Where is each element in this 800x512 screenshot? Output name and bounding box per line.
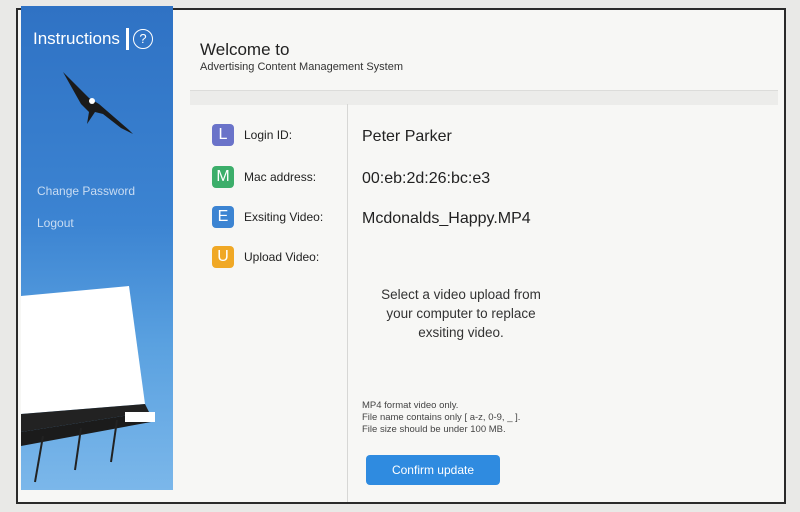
upload-video-badge-icon: U — [212, 246, 234, 268]
logout-link[interactable]: Logout — [37, 216, 74, 230]
page-header: Welcome to Advertising Content Managemen… — [190, 30, 780, 90]
billboard-image — [21, 286, 155, 483]
header-divider — [190, 90, 778, 105]
existing-video-badge-icon: E — [212, 206, 234, 228]
instructions-link[interactable]: Instructions ? — [33, 28, 153, 50]
login-id-label: Login ID: — [244, 128, 293, 142]
form-divider — [347, 104, 348, 502]
existing-video-label: Exsiting Video: — [244, 210, 324, 224]
mac-address-value: 00:eb:2d:26:bc:e3 — [362, 170, 491, 187]
eagle-logo-icon — [63, 72, 133, 134]
login-id-value: Peter Parker — [362, 128, 452, 145]
sidebar: Instructions ? Change Password Logout — [21, 6, 173, 490]
login-id-row: L Login ID: — [212, 124, 292, 146]
separator-bar — [125, 28, 129, 50]
rule-format: MP4 format video only. — [362, 400, 459, 411]
mac-address-label: Mac address: — [244, 170, 317, 184]
confirm-update-button[interactable]: Confirm update — [366, 455, 500, 485]
page-subtitle: Advertising Content Management System — [200, 61, 403, 73]
existing-video-row: E Exsiting Video: — [212, 206, 323, 228]
upload-video-label: Upload Video: — [244, 250, 320, 264]
login-id-badge-icon: L — [212, 124, 234, 146]
instructions-label: Instructions — [33, 29, 120, 48]
mac-address-row: M Mac address: — [212, 166, 316, 188]
existing-video-value: Mcdonalds_Happy.MP4 — [362, 210, 531, 227]
upload-video-row: U Upload Video: — [212, 246, 319, 268]
rule-filename: File name contains only [ a-z, 0-9, _ ]. — [362, 412, 521, 423]
upload-dropzone[interactable]: Select a video upload from your computer… — [376, 285, 546, 342]
upload-rules: MP4 format video only. File name contain… — [362, 400, 520, 436]
change-password-link[interactable]: Change Password — [37, 184, 135, 198]
page-title: Welcome to — [200, 40, 290, 59]
help-icon[interactable]: ? — [132, 29, 153, 49]
rule-filesize: File size should be under 100 MB. — [362, 424, 506, 435]
mac-address-badge-icon: M — [212, 166, 234, 188]
